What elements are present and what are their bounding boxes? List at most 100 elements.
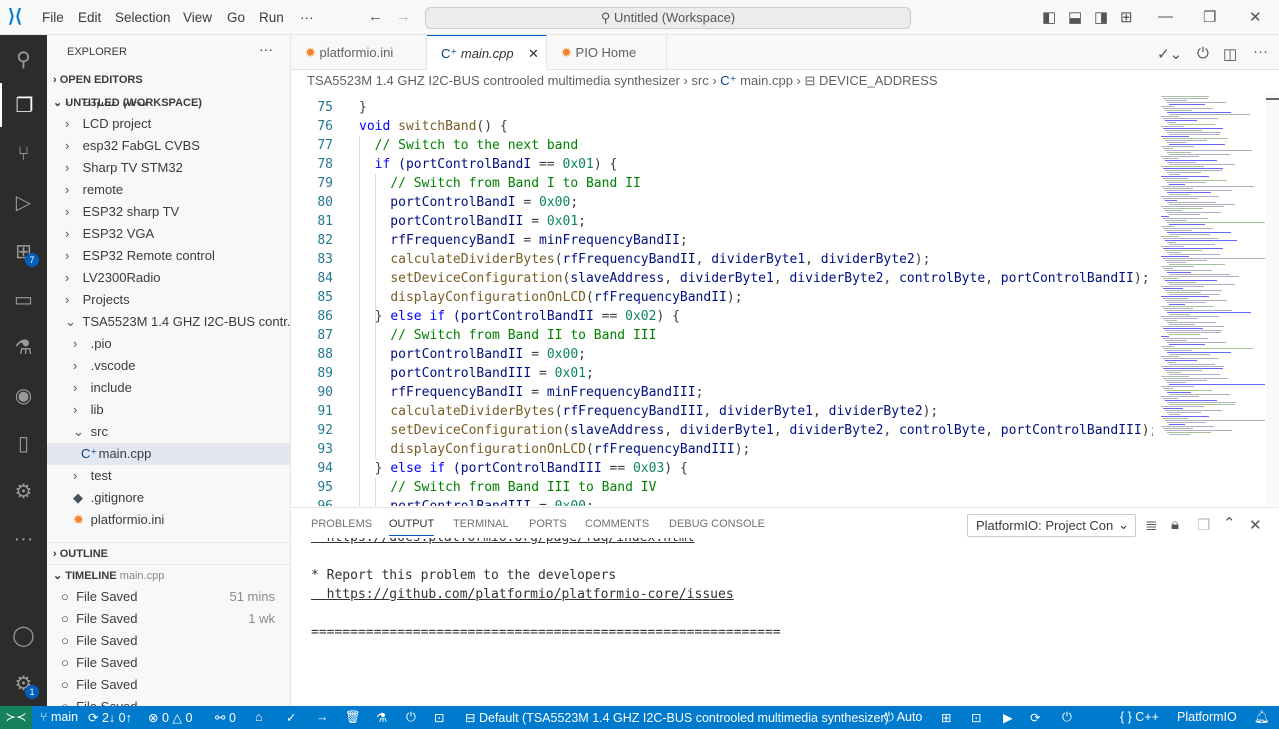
code-line[interactable]: portControlBandIII = 0x00; — [359, 497, 594, 506]
open-editors-section[interactable]: › OPEN EDITORS — [47, 69, 290, 91]
platformio-status[interactable]: PlatformIO — [1177, 710, 1237, 724]
toggle-sidebar-icon[interactable]: ◧ — [1042, 8, 1056, 26]
code-line[interactable]: // Switch from Band I to Band II — [359, 174, 640, 193]
code-line[interactable]: void switchBand() { — [359, 117, 508, 136]
timeline-item[interactable]: ○ File Saved — [47, 630, 290, 652]
tree-item[interactable]: › esp32 FabGL CVBS — [47, 135, 290, 157]
branch-indicator[interactable]: ⑂ main — [40, 710, 78, 724]
new-terminal-icon[interactable]: ⊞ — [941, 710, 951, 725]
breadcrumb-src[interactable]: src — [691, 73, 708, 88]
tree-item[interactable]: › ESP32 sharp TV — [47, 201, 290, 223]
terminal-icon[interactable]: ⊡ — [971, 710, 981, 725]
tab-main-cpp[interactable]: C⁺ main.cpp ✕ — [427, 35, 547, 70]
panel-tab-output[interactable]: OUTPUT — [389, 518, 435, 536]
ports-indicator[interactable]: ⚯ 0 — [215, 710, 236, 725]
timeline-section[interactable]: ⌄ TIMELINE main.cpp — [47, 564, 290, 586]
maximize-panel-icon[interactable]: ⌃ — [1223, 514, 1236, 532]
toggle-panel-icon[interactable]: ⬓ — [1068, 8, 1082, 26]
tree-item[interactable]: › Projects — [47, 289, 290, 311]
more-icon[interactable]: ··· — [0, 517, 47, 561]
source-control-icon[interactable]: ⑂ — [0, 132, 47, 176]
code-line[interactable]: portControlBandII = 0x00; — [359, 345, 586, 364]
breadcrumb-symbol[interactable]: DEVICE_ADDRESS — [819, 73, 937, 88]
tree-item[interactable]: › Sharp TV STM32 — [47, 157, 290, 179]
minimap[interactable] — [1153, 92, 1268, 506]
language-mode[interactable]: { } C++ — [1120, 710, 1159, 724]
platformio-icon[interactable]: ⚙ — [0, 469, 47, 513]
code-line[interactable]: } — [359, 98, 367, 117]
tree-item[interactable]: › lib — [47, 399, 290, 421]
code-line[interactable]: calculateDividerBytes(rfFrequencyBandIII… — [359, 402, 938, 421]
search-view-icon[interactable]: ⚲ — [0, 37, 47, 81]
menu-file[interactable]: File — [42, 10, 64, 25]
back-arrow-icon[interactable]: ← — [368, 8, 383, 25]
notebook-icon[interactable]: ▯ — [0, 421, 47, 465]
toggle-secondary-sidebar-icon[interactable]: ◨ — [1094, 8, 1108, 26]
tree-item[interactable]: › esp32 VFD — [47, 102, 290, 113]
command-center-search[interactable]: ⚲ Untitled (Workspace) — [425, 7, 911, 29]
tab-pio-home[interactable]: ✹ PIO Home — [547, 35, 667, 70]
upload-port-selector[interactable]: ⏻ Auto — [884, 710, 922, 725]
code-line[interactable]: displayConfigurationOnLCD(rfFrequencyBan… — [359, 440, 750, 459]
tree-item[interactable]: ✹ platformio.ini — [47, 509, 290, 531]
accounts-icon[interactable]: ◯ — [0, 613, 47, 657]
copy-icon[interactable]: ❐ — [1197, 516, 1210, 534]
customize-layout-icon[interactable]: ⊞ — [1120, 8, 1133, 26]
panel-tab-comments[interactable]: COMMENTS — [585, 518, 649, 530]
lock-scroll-icon[interactable]: 🔒︎ — [1171, 516, 1179, 533]
panel-tab-problems[interactable]: PROBLEMS — [311, 518, 372, 530]
menu-go[interactable]: Go — [227, 10, 245, 25]
pio-build-icon[interactable]: ✓ — [286, 710, 296, 725]
close-tab-icon[interactable]: ✕ — [528, 36, 539, 71]
code-line[interactable]: portControlBandI = 0x00; — [359, 193, 578, 212]
pio-test-icon[interactable]: ⚗ — [376, 710, 387, 725]
breadcrumb-file[interactable]: main.cpp — [740, 73, 793, 88]
minimize-icon[interactable]: — — [1158, 8, 1173, 25]
tree-item[interactable]: › include — [47, 377, 290, 399]
menu-more[interactable]: ··· — [300, 10, 314, 25]
tree-item[interactable]: › ESP32 VGA — [47, 223, 290, 245]
pio-terminal-icon[interactable]: ⊡ — [434, 710, 444, 725]
tree-item[interactable]: › ESP32 Remote control — [47, 245, 290, 267]
code-line[interactable]: portControlBandII = 0x01; — [359, 212, 586, 231]
pio-home-icon[interactable]: ⌂ — [255, 710, 263, 724]
code-line[interactable]: if (portControlBandI == 0x01) { — [359, 155, 618, 174]
menu-edit[interactable]: Edit — [78, 10, 101, 25]
code-line[interactable]: } else if (portControlBandIII == 0x03) { — [359, 459, 688, 478]
tree-item[interactable]: C⁺ main.cpp — [47, 443, 290, 465]
output-link[interactable]: https://github.com/platformio/platformio… — [311, 587, 734, 602]
tree-item[interactable]: › test — [47, 465, 290, 487]
output-link[interactable]: https://docs.platformio.org/page/faq/ind… — [311, 538, 695, 545]
sync-indicator[interactable]: ⟳ 2↓ 0↑ — [88, 710, 132, 725]
code-line[interactable]: } else if (portControlBandII == 0x02) { — [359, 307, 680, 326]
editor-more-icon[interactable]: ··· — [1253, 43, 1268, 60]
tree-item[interactable]: ⌄ src — [47, 421, 290, 443]
forward-arrow-icon[interactable]: → — [396, 8, 411, 25]
code-line[interactable]: setDeviceConfiguration(slaveAddress, div… — [359, 421, 1153, 440]
explorer-more-icon[interactable]: ··· — [259, 41, 273, 57]
menu-selection[interactable]: Selection — [115, 10, 171, 25]
remote-indicator-icon[interactable]: ≻≺ — [0, 706, 32, 729]
menu-view[interactable]: View — [183, 10, 212, 25]
menu-run[interactable]: Run — [259, 10, 284, 25]
timeline-item[interactable]: ○ File Saved 1 wk — [47, 608, 290, 630]
panel-tab-debug-console[interactable]: DEBUG CONSOLE — [669, 518, 765, 530]
tree-item[interactable]: › LV2300Radio — [47, 267, 290, 289]
restore-icon[interactable]: ❐ — [1203, 8, 1216, 26]
pio-upload-icon[interactable]: → — [316, 710, 329, 724]
platformio-plug-icon[interactable]: ⏻ — [1197, 45, 1209, 62]
tree-item[interactable]: ⌄ TSA5523M 1.4 GHZ I2C-BUS contr... — [47, 311, 290, 333]
code-line[interactable]: // Switch from Band III to Band IV — [359, 478, 656, 497]
timeline-item[interactable]: ○ File Saved — [47, 674, 290, 696]
panel-tab-terminal[interactable]: TERMINAL — [453, 518, 509, 530]
pio-env-switcher[interactable]: ⊟ Default (TSA5523M 1.4 GHZ I2C-BUS cont… — [465, 710, 889, 725]
timeline-item[interactable]: ○ File Saved — [47, 652, 290, 674]
editor-scrollbar[interactable] — [1266, 92, 1279, 506]
testing-icon[interactable]: ⚗ — [0, 325, 47, 369]
panel-tab-ports[interactable]: PORTS — [529, 518, 567, 530]
timeline-item[interactable]: ○ File Saved — [47, 696, 290, 706]
tree-item[interactable]: › remote — [47, 179, 290, 201]
code-line[interactable]: // Switch to the next band — [359, 136, 579, 155]
github-icon[interactable]: ◉ — [0, 373, 47, 417]
output-channel-select[interactable]: PlatformIO: Project Con ⌄ — [967, 514, 1136, 537]
